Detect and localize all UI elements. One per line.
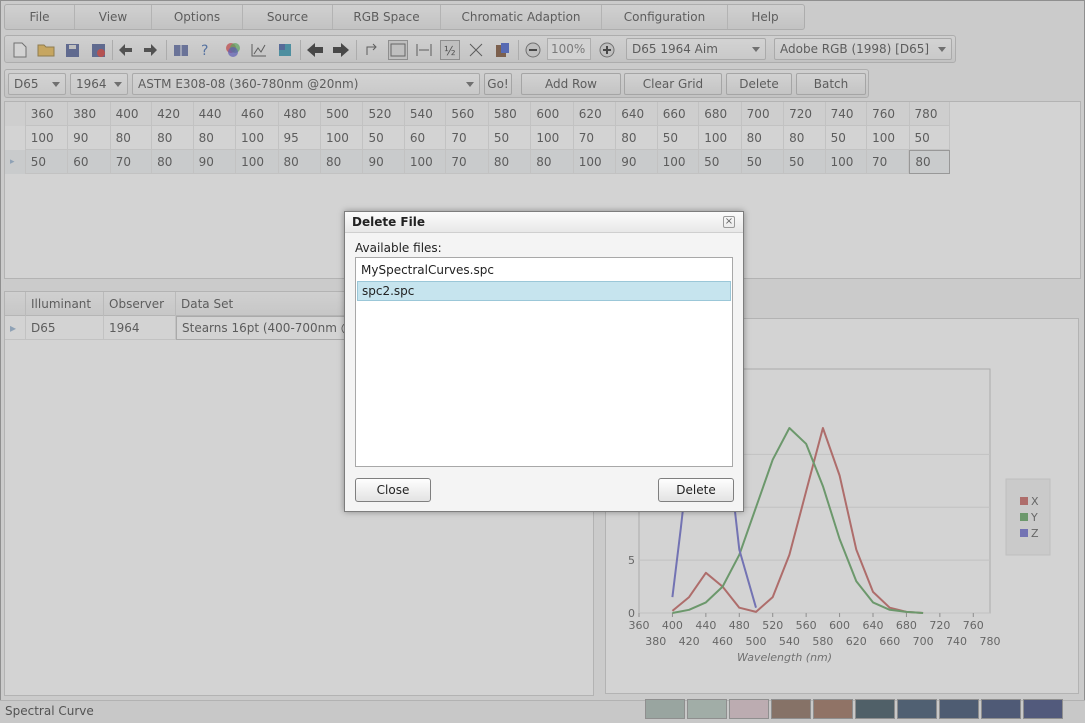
dialog-title: Delete File	[345, 212, 743, 233]
close-button[interactable]: Close	[355, 478, 431, 502]
dialog-title-text: Delete File	[352, 215, 425, 229]
close-icon[interactable]: ×	[723, 216, 735, 228]
delete-file-button[interactable]: Delete	[658, 478, 734, 502]
delete-file-dialog: Delete File × Available files: MySpectra…	[344, 211, 744, 512]
file-list[interactable]: MySpectralCurves.spc spc2.spc	[355, 257, 733, 467]
file-list-item-selected[interactable]: spc2.spc	[357, 281, 731, 301]
file-list-item[interactable]: MySpectralCurves.spc	[357, 260, 731, 280]
available-files-label: Available files:	[355, 241, 442, 255]
